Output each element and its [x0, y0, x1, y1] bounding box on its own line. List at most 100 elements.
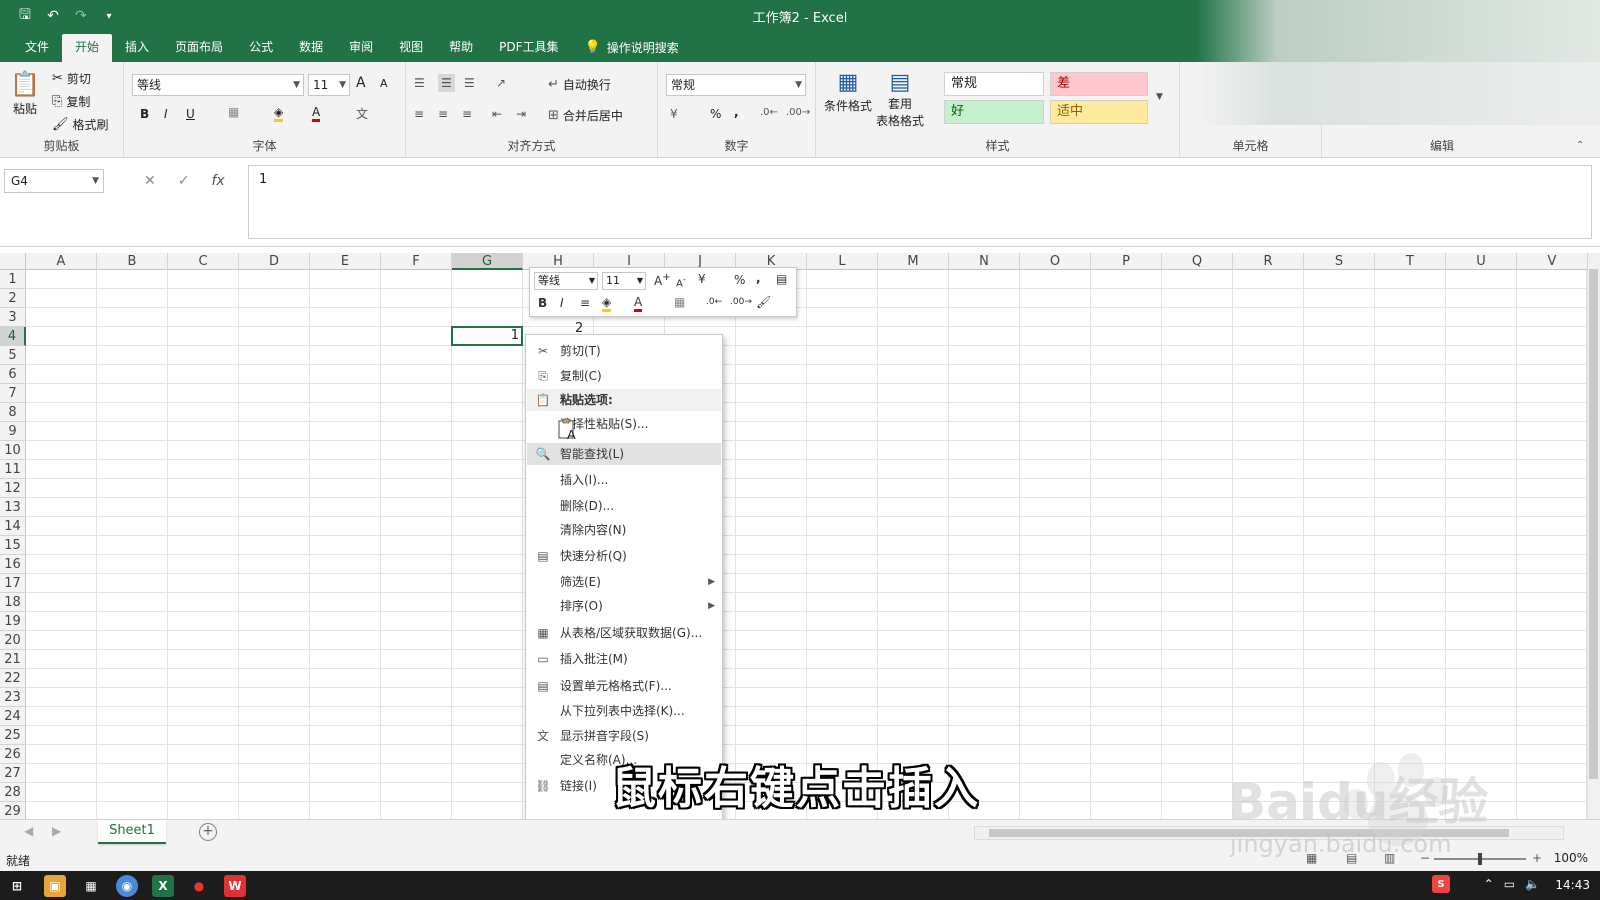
- row-header-10[interactable]: 10: [0, 441, 26, 460]
- column-header-p[interactable]: P: [1091, 253, 1162, 270]
- active-cell-g4[interactable]: 1: [451, 326, 523, 346]
- column-header-q[interactable]: Q: [1162, 253, 1233, 270]
- mini-currency-icon[interactable]: ¥: [698, 272, 706, 286]
- formula-input[interactable]: 1: [248, 165, 1592, 239]
- row-header-14[interactable]: 14: [0, 517, 26, 536]
- wrap-text-button[interactable]: ↵ 自动换行: [548, 76, 611, 93]
- row-header-5[interactable]: 5: [0, 346, 26, 365]
- record-icon[interactable]: ●: [188, 875, 210, 897]
- row-header-24[interactable]: 24: [0, 707, 26, 726]
- style-neutral[interactable]: 适中: [1050, 100, 1148, 124]
- row-header-25[interactable]: 25: [0, 726, 26, 745]
- zoom-level[interactable]: 100%: [1554, 851, 1588, 865]
- worksheet-grid[interactable]: A B C D E F G H I J K L M N O P Q R S T U V 1 2 3 4 5 6 7 8 9 10 11 12 13 1…: [0, 253, 1600, 819]
- row-header-9[interactable]: 9: [0, 422, 26, 441]
- style-good[interactable]: 好: [944, 100, 1044, 124]
- merge-center-button[interactable]: ⊞ 合并后居中: [548, 107, 623, 124]
- menu-item-format-cells[interactable]: ▤ 设置单元格格式(F)...: [527, 675, 721, 697]
- browser-icon[interactable]: ◉: [116, 875, 138, 897]
- scroll-thumb[interactable]: [1589, 269, 1598, 779]
- align-bottom-icon[interactable]: ☰: [464, 76, 475, 90]
- mini-size-combo[interactable]: 11 ▼: [602, 272, 646, 290]
- row-header-22[interactable]: 22: [0, 669, 26, 688]
- insert-function-button[interactable]: fx: [211, 173, 224, 189]
- column-header-t[interactable]: T: [1375, 253, 1446, 270]
- italic-button[interactable]: I: [164, 107, 168, 121]
- row-header-2[interactable]: 2: [0, 289, 26, 308]
- prev-sheet-icon[interactable]: ◀: [24, 824, 33, 838]
- row-header-12[interactable]: 12: [0, 479, 26, 498]
- menu-item-cut[interactable]: ✂ 剪切(T): [527, 340, 721, 362]
- row-header-11[interactable]: 11: [0, 460, 26, 479]
- menu-item-sort[interactable]: 排序(O) ▶: [527, 595, 721, 617]
- row-header-1[interactable]: 1: [0, 270, 26, 289]
- explorer-icon[interactable]: ▣: [44, 875, 66, 897]
- column-header-r[interactable]: R: [1233, 253, 1304, 270]
- underline-button[interactable]: U: [186, 107, 195, 121]
- column-header-d[interactable]: D: [239, 253, 310, 270]
- row-header-20[interactable]: 20: [0, 631, 26, 650]
- tab-review[interactable]: 审阅: [336, 34, 386, 62]
- row-header-3[interactable]: 3: [0, 308, 26, 327]
- row-header-18[interactable]: 18: [0, 593, 26, 612]
- increase-indent-icon[interactable]: ⇥: [516, 107, 526, 121]
- decrease-decimal-icon[interactable]: .00→: [786, 107, 810, 118]
- cancel-icon[interactable]: ✕: [144, 173, 156, 189]
- film-icon[interactable]: ▦: [80, 875, 102, 897]
- row-header-23[interactable]: 23: [0, 688, 26, 707]
- check-icon[interactable]: ✓: [178, 173, 190, 189]
- mini-decrease-decimal-icon[interactable]: .00→: [730, 297, 752, 307]
- align-right-icon[interactable]: ≡: [462, 107, 472, 121]
- menu-item-delete[interactable]: 删除(D)...: [527, 495, 721, 517]
- copy-button[interactable]: ⎘ 复制: [52, 93, 90, 110]
- menu-item-filter[interactable]: 筛选(E) ▶: [527, 571, 721, 593]
- tab-insert[interactable]: 插入: [112, 34, 162, 62]
- zoom-in-icon[interactable]: +: [1532, 851, 1542, 865]
- column-header-v[interactable]: V: [1517, 253, 1588, 270]
- column-header-m[interactable]: M: [878, 253, 949, 270]
- next-sheet-icon[interactable]: ▶: [52, 824, 61, 838]
- borders-icon[interactable]: ▦: [228, 105, 239, 119]
- mini-borders-icon[interactable]: ▦: [674, 295, 685, 309]
- format-as-table-button[interactable]: ▤ 套用 表格格式: [876, 70, 924, 129]
- column-header-c[interactable]: C: [168, 253, 239, 270]
- row-header-21[interactable]: 21: [0, 650, 26, 669]
- fill-color-icon[interactable]: ◈: [274, 105, 284, 122]
- mini-align-center-icon[interactable]: ≡: [580, 296, 590, 310]
- paste-keep-format-icon[interactable]: A: [556, 417, 580, 441]
- column-header-a[interactable]: A: [26, 253, 97, 270]
- row-header-26[interactable]: 26: [0, 745, 26, 764]
- row-header-19[interactable]: 19: [0, 612, 26, 631]
- align-left-icon[interactable]: ≡: [414, 107, 424, 121]
- row-header-16[interactable]: 16: [0, 555, 26, 574]
- column-header-e[interactable]: E: [310, 253, 381, 270]
- menu-item-get-data[interactable]: ▦ 从表格/区域获取数据(G)...: [527, 622, 721, 644]
- collapse-ribbon-icon[interactable]: ⌃: [1576, 140, 1584, 151]
- align-top-icon[interactable]: ☰: [414, 76, 425, 90]
- mini-increase-decimal-icon[interactable]: .0←: [706, 297, 722, 307]
- add-sheet-icon[interactable]: +: [199, 823, 217, 841]
- select-all-corner[interactable]: [0, 253, 26, 270]
- column-header-f[interactable]: F: [381, 253, 452, 270]
- align-center-icon[interactable]: ≡: [438, 107, 448, 121]
- comma-button[interactable]: ,: [734, 105, 739, 119]
- style-bad[interactable]: 差: [1050, 72, 1148, 96]
- tab-formulas[interactable]: 公式: [236, 34, 286, 62]
- tab-pdf-tools[interactable]: PDF工具集: [486, 34, 571, 62]
- row-header-6[interactable]: 6: [0, 365, 26, 384]
- increase-decimal-icon[interactable]: .0←: [760, 107, 778, 118]
- mini-percent-button[interactable]: %: [734, 273, 745, 287]
- mini-italic-button[interactable]: I: [560, 296, 564, 310]
- mini-font-color-icon[interactable]: A: [634, 295, 643, 312]
- menu-item-insert[interactable]: 插入(I)...: [527, 469, 721, 491]
- mini-grow-font-icon[interactable]: A+: [654, 272, 671, 288]
- tab-view[interactable]: 视图: [386, 34, 436, 62]
- tab-page-layout[interactable]: 页面布局: [162, 34, 236, 62]
- style-normal[interactable]: 常规: [944, 72, 1044, 96]
- font-color-icon[interactable]: A: [312, 105, 321, 122]
- wps-icon[interactable]: W: [224, 875, 246, 897]
- tab-home[interactable]: 开始: [62, 34, 113, 62]
- column-header-g[interactable]: G: [452, 253, 523, 270]
- tab-data[interactable]: 数据: [286, 34, 336, 62]
- bold-button[interactable]: B: [140, 107, 149, 121]
